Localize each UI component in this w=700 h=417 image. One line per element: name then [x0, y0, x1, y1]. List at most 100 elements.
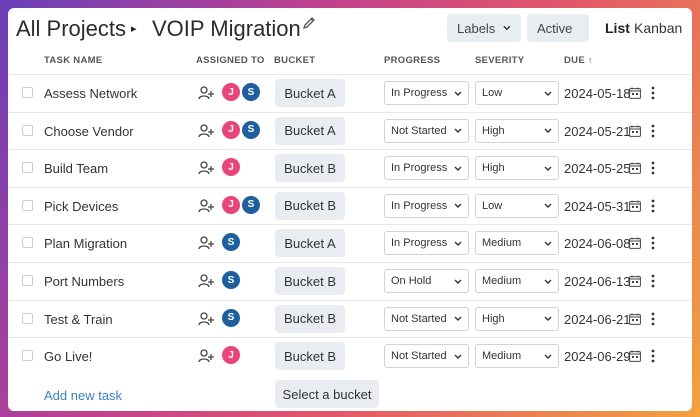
- table-row[interactable]: Port Numbers S Bucket B On Hold Medium 2024-0…: [8, 262, 692, 300]
- more-options-icon[interactable]: [651, 349, 655, 363]
- more-options-icon[interactable]: [651, 86, 655, 100]
- add-assignee-icon[interactable]: [198, 273, 214, 289]
- assignee-avatar[interactable]: S: [222, 233, 240, 252]
- bucket-chip[interactable]: Bucket B: [275, 154, 345, 183]
- bucket-chip[interactable]: Bucket B: [275, 304, 345, 333]
- add-new-task-link[interactable]: Add new task: [44, 388, 122, 403]
- progress-dropdown[interactable]: Not Started: [384, 344, 469, 369]
- more-options-icon[interactable]: [651, 124, 655, 138]
- calendar-icon[interactable]: [629, 162, 641, 175]
- progress-value: In Progress: [391, 87, 448, 99]
- select-bucket-button[interactable]: Select a bucket: [275, 380, 379, 408]
- task-checkbox[interactable]: [22, 124, 33, 136]
- bucket-chip[interactable]: Bucket B: [275, 342, 345, 371]
- table-row[interactable]: Choose Vendor J S Bucket A Not Started High 20…: [8, 111, 692, 150]
- severity-dropdown[interactable]: High: [475, 118, 559, 143]
- add-assignee-icon[interactable]: [198, 160, 214, 176]
- column-header-progress[interactable]: PROGRESS: [384, 55, 440, 66]
- table-row[interactable]: Test & Train S Bucket B Not Started High 2024…: [8, 299, 692, 338]
- bucket-chip[interactable]: Bucket A: [275, 116, 345, 145]
- calendar-icon[interactable]: [629, 350, 641, 363]
- assignee-avatar[interactable]: S: [222, 271, 240, 289]
- bucket-chip[interactable]: Bucket B: [275, 267, 345, 295]
- progress-dropdown[interactable]: In Progress: [384, 81, 469, 105]
- progress-dropdown[interactable]: Not Started: [384, 306, 469, 331]
- status-filter-dropdown[interactable]: Active: [527, 14, 589, 42]
- assignee-avatar[interactable]: S: [242, 120, 260, 139]
- progress-dropdown[interactable]: On Hold: [384, 269, 469, 293]
- severity-dropdown[interactable]: High: [475, 306, 559, 331]
- table-row[interactable]: Assess Network J S Bucket A In Progress Low 20…: [8, 74, 692, 112]
- table-row[interactable]: Pick Devices J S Bucket B In Progress Low 2024…: [8, 186, 692, 225]
- task-name[interactable]: Plan Migration: [44, 236, 127, 251]
- task-name[interactable]: Choose Vendor: [44, 124, 134, 139]
- assignee-avatar[interactable]: J: [222, 83, 240, 101]
- task-name[interactable]: Go Live!: [44, 349, 92, 364]
- task-name[interactable]: Port Numbers: [44, 274, 124, 289]
- table-row[interactable]: Build Team J Bucket B In Progress High 2024-0…: [8, 149, 692, 187]
- more-options-icon[interactable]: [651, 199, 655, 213]
- severity-dropdown[interactable]: High: [475, 156, 559, 181]
- add-assignee-icon[interactable]: [198, 85, 214, 101]
- table-row[interactable]: Plan Migration S Bucket A In Progress Medium…: [8, 224, 692, 262]
- task-checkbox[interactable]: [22, 87, 33, 98]
- severity-dropdown[interactable]: Low: [475, 81, 559, 105]
- column-header-assigned-to[interactable]: ASSIGNED TO: [196, 55, 265, 66]
- severity-dropdown[interactable]: Low: [475, 193, 559, 218]
- task-checkbox[interactable]: [22, 162, 33, 174]
- add-assignee-icon[interactable]: [198, 311, 214, 327]
- calendar-icon[interactable]: [629, 87, 641, 99]
- more-options-icon[interactable]: [651, 274, 655, 288]
- task-name[interactable]: Test & Train: [44, 312, 113, 327]
- task-checkbox[interactable]: [22, 312, 33, 324]
- task-checkbox[interactable]: [22, 237, 33, 249]
- task-checkbox[interactable]: [22, 350, 33, 362]
- more-options-icon[interactable]: [651, 312, 655, 326]
- table-row[interactable]: Go Live! J Bucket B Not Started Medium 2024-0…: [8, 337, 692, 375]
- progress-dropdown[interactable]: In Progress: [384, 231, 469, 256]
- pencil-icon[interactable]: [302, 16, 316, 30]
- progress-dropdown[interactable]: Not Started: [384, 118, 469, 143]
- add-assignee-icon[interactable]: [198, 123, 214, 139]
- assignee-avatar[interactable]: S: [222, 308, 240, 327]
- calendar-icon[interactable]: [629, 275, 641, 287]
- bucket-chip[interactable]: Bucket B: [275, 191, 345, 220]
- calendar-icon[interactable]: [629, 125, 641, 137]
- calendar-icon[interactable]: [629, 200, 641, 212]
- breadcrumb-all-projects[interactable]: All Projects: [16, 16, 126, 42]
- calendar-icon[interactable]: [629, 313, 641, 325]
- assignee-avatar[interactable]: S: [242, 83, 260, 101]
- assignee-avatar[interactable]: S: [242, 195, 260, 214]
- add-assignee-icon[interactable]: [198, 235, 214, 251]
- assignee-avatar[interactable]: J: [222, 195, 240, 214]
- severity-dropdown[interactable]: Medium: [475, 269, 559, 293]
- add-assignee-icon[interactable]: [198, 198, 214, 214]
- column-header-bucket[interactable]: BUCKET: [274, 55, 315, 66]
- task-name[interactable]: Pick Devices: [44, 199, 118, 214]
- column-header-severity[interactable]: SEVERITY: [475, 55, 524, 66]
- severity-dropdown[interactable]: Medium: [475, 231, 559, 256]
- column-header-due[interactable]: DUE ↑: [564, 55, 593, 66]
- progress-dropdown[interactable]: In Progress: [384, 193, 469, 218]
- task-name[interactable]: Build Team: [44, 161, 108, 176]
- progress-dropdown[interactable]: In Progress: [384, 156, 469, 181]
- task-checkbox[interactable]: [22, 199, 33, 211]
- task-checkbox[interactable]: [22, 275, 33, 286]
- column-header-task-name[interactable]: TASK NAME: [44, 55, 102, 66]
- add-assignee-icon[interactable]: [198, 348, 214, 364]
- bucket-chip[interactable]: Bucket A: [275, 79, 345, 107]
- assignee-avatar[interactable]: J: [222, 120, 240, 139]
- assignee-avatar[interactable]: J: [222, 158, 240, 177]
- task-name[interactable]: Assess Network: [44, 86, 137, 101]
- labels-filter-dropdown[interactable]: Labels: [447, 14, 521, 42]
- view-toggle-kanban[interactable]: Kanban: [634, 20, 682, 36]
- severity-dropdown[interactable]: Medium: [475, 344, 559, 369]
- more-options-icon[interactable]: [651, 236, 655, 250]
- page-title: VOIP Migration: [152, 16, 301, 41]
- bucket-chip[interactable]: Bucket A: [275, 229, 345, 258]
- view-toggle-list[interactable]: List: [605, 20, 630, 36]
- calendar-icon[interactable]: [629, 237, 641, 250]
- more-options-icon[interactable]: [651, 161, 655, 175]
- due-date: 2024-05-21: [564, 123, 631, 139]
- assignee-avatar[interactable]: J: [222, 346, 240, 365]
